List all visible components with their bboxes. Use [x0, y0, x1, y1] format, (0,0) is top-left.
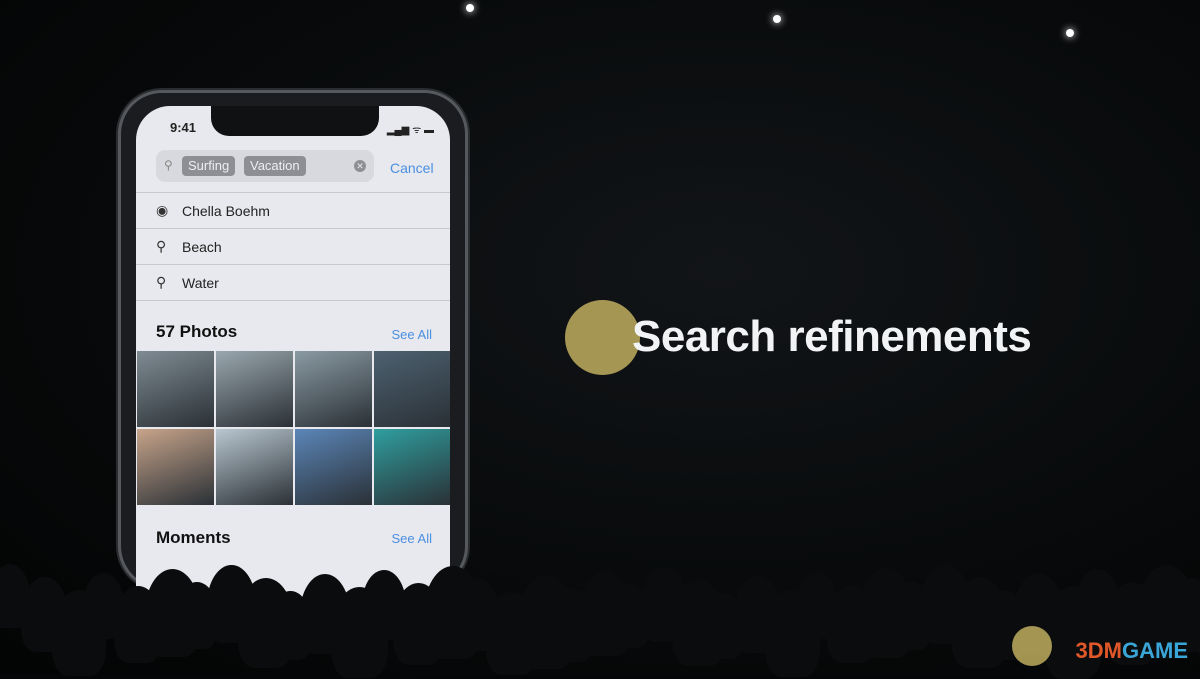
status-time: 9:41: [170, 120, 197, 135]
search-icon: ⚲: [164, 158, 173, 172]
watermark: 3DMGAME: [1075, 638, 1188, 663]
photo-thumbnail[interactable]: [374, 351, 450, 427]
search-field[interactable]: ⚲ Surfing Vacation ✕: [156, 150, 374, 182]
moments-see-all[interactable]: See All: [392, 531, 432, 546]
cancel-button[interactable]: Cancel: [390, 160, 434, 176]
search-token[interactable]: Vacation: [244, 156, 306, 176]
watermark-logo: [1012, 626, 1052, 666]
phone-mockup: 9:41 ▂▄▆ ᯤ ▬ ⚲ Surfing Vacation ✕ Cancel…: [118, 90, 468, 607]
suggestion-label: Chella Boehm: [182, 203, 270, 219]
photo-thumbnail[interactable]: [137, 429, 214, 505]
search-token[interactable]: Surfing: [182, 156, 236, 176]
stage-light: [773, 15, 781, 23]
photo-grid: [137, 351, 450, 505]
suggestion-item[interactable]: ◉ Chella Boehm: [136, 192, 450, 228]
suggestion-item[interactable]: ⚲ Water: [136, 264, 450, 300]
status-icons: ▂▄▆ ᯤ ▬: [386, 125, 434, 136]
person-circle-icon: ◉: [156, 202, 169, 218]
suggestion-label: Water: [182, 275, 219, 291]
notch: [211, 106, 379, 136]
suggestion-item[interactable]: ⚲ Beach: [136, 228, 450, 264]
phone-screen: 9:41 ▂▄▆ ᯤ ▬ ⚲ Surfing Vacation ✕ Cancel…: [136, 106, 450, 607]
photo-thumbnail[interactable]: [295, 429, 372, 505]
search-icon: ⚲: [156, 238, 167, 254]
photo-thumbnail[interactable]: [137, 351, 214, 427]
watermark-mascot: [565, 300, 640, 375]
photo-thumbnail[interactable]: [216, 429, 293, 505]
slide-headline: Search refinements: [632, 312, 1032, 361]
photo-thumbnail[interactable]: [216, 351, 293, 427]
photos-see-all[interactable]: See All: [392, 327, 432, 342]
clear-icon[interactable]: ✕: [354, 160, 366, 172]
photo-thumbnail[interactable]: [374, 429, 450, 505]
suggestion-label: Beach: [182, 239, 222, 255]
search-icon: ⚲: [156, 274, 167, 290]
stage-light: [1066, 29, 1074, 37]
photos-title: 57 Photos: [156, 322, 238, 341]
moments-title: Moments: [156, 528, 231, 547]
photo-thumbnail[interactable]: [295, 351, 372, 427]
stage-light: [466, 4, 474, 12]
